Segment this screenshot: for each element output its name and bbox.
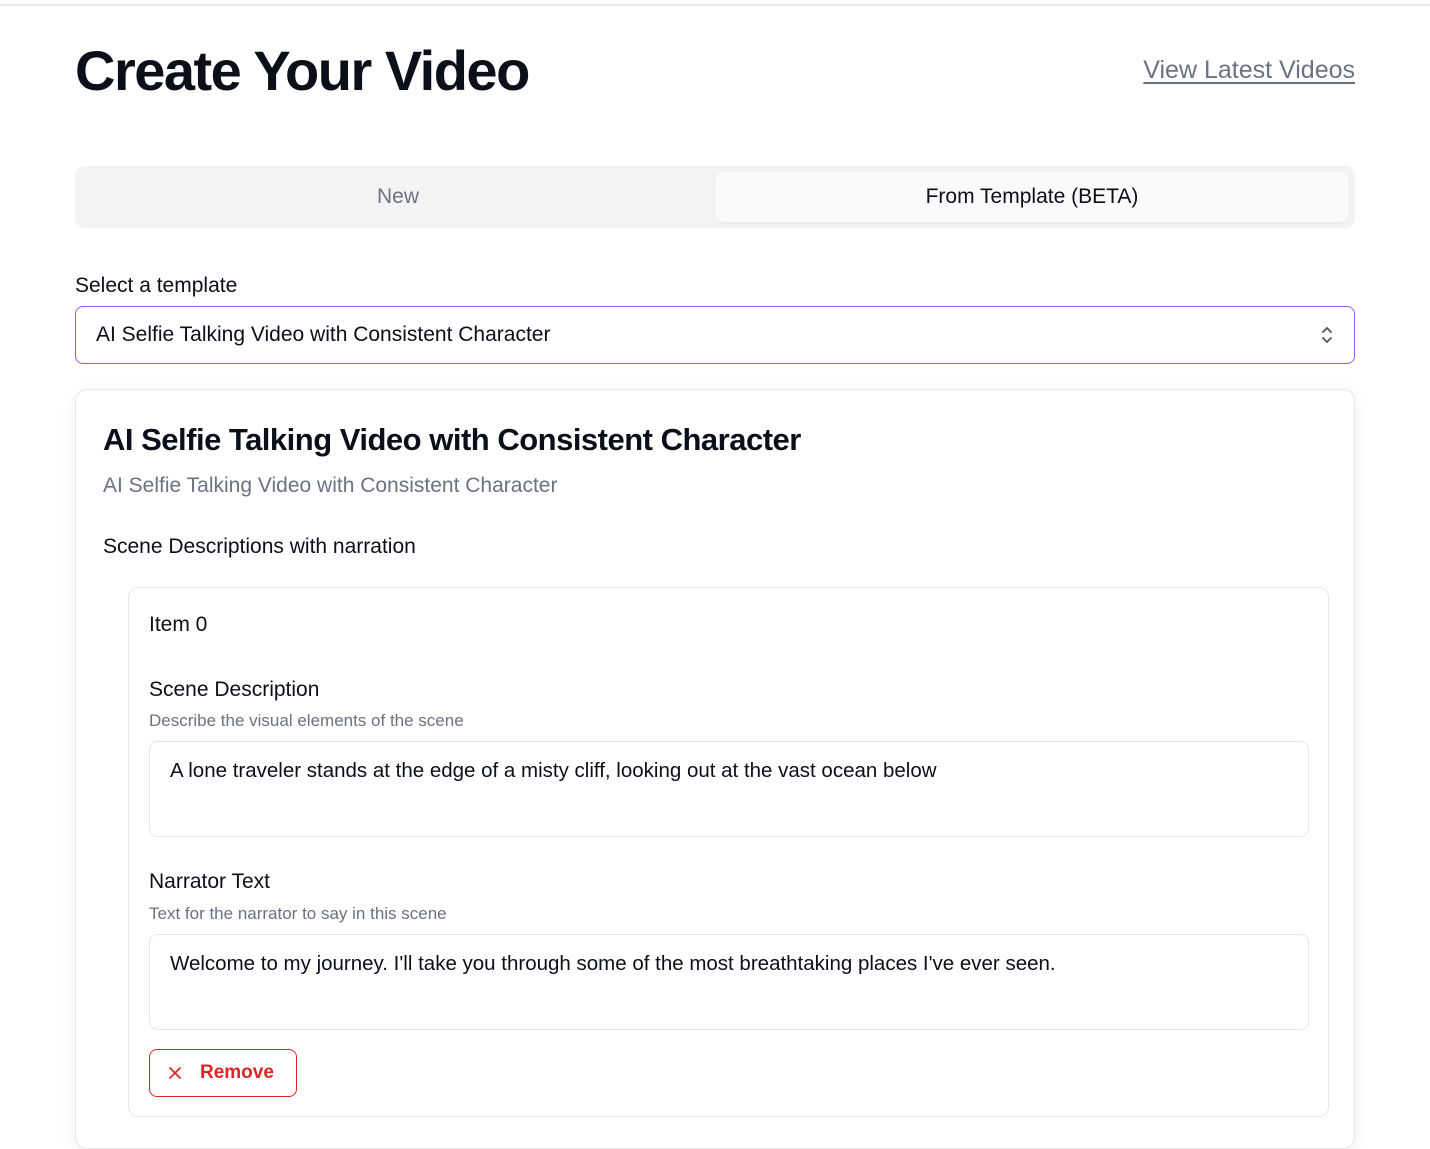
- template-card: AI Selfie Talking Video with Consistent …: [75, 389, 1355, 1149]
- tab-new[interactable]: New: [81, 172, 715, 222]
- scene-description-hint: Describe the visual elements of the scen…: [149, 711, 464, 730]
- scene-descriptions-label: Scene Descriptions with narration: [103, 535, 416, 558]
- scene-description-label: Scene Description: [149, 678, 320, 701]
- page-title: Create Your Video: [75, 38, 530, 102]
- item-title: Item 0: [149, 613, 208, 636]
- remove-label: Remove: [200, 1062, 274, 1083]
- tab-from-template[interactable]: From Template (BETA): [715, 172, 1349, 222]
- close-icon: [168, 1066, 182, 1080]
- narrator-text-label: Narrator Text: [149, 870, 270, 893]
- template-select-label: Select a template: [75, 274, 238, 297]
- template-title: AI Selfie Talking Video with Consistent …: [103, 422, 801, 457]
- narrator-text-hint: Text for the narrator to say in this sce…: [149, 904, 447, 923]
- scene-description-textarea[interactable]: A lone traveler stands at the edge of a …: [149, 741, 1309, 837]
- scene-item: Item 0 Scene Description Describe the vi…: [128, 587, 1329, 1117]
- narrator-text-textarea[interactable]: Welcome to my journey. I'll take you thr…: [149, 934, 1309, 1030]
- chevron-up-down-icon: [1320, 324, 1334, 346]
- top-divider: [0, 4, 1430, 6]
- template-select[interactable]: AI Selfie Talking Video with Consistent …: [75, 306, 1355, 364]
- template-subtitle: AI Selfie Talking Video with Consistent …: [103, 474, 558, 497]
- mode-tabs: New From Template (BETA): [75, 166, 1355, 228]
- template-select-value: AI Selfie Talking Video with Consistent …: [96, 323, 551, 346]
- remove-button[interactable]: Remove: [149, 1049, 297, 1097]
- page-header: Create Your Video View Latest Videos: [75, 30, 1355, 110]
- view-latest-videos-link[interactable]: View Latest Videos: [1143, 56, 1355, 85]
